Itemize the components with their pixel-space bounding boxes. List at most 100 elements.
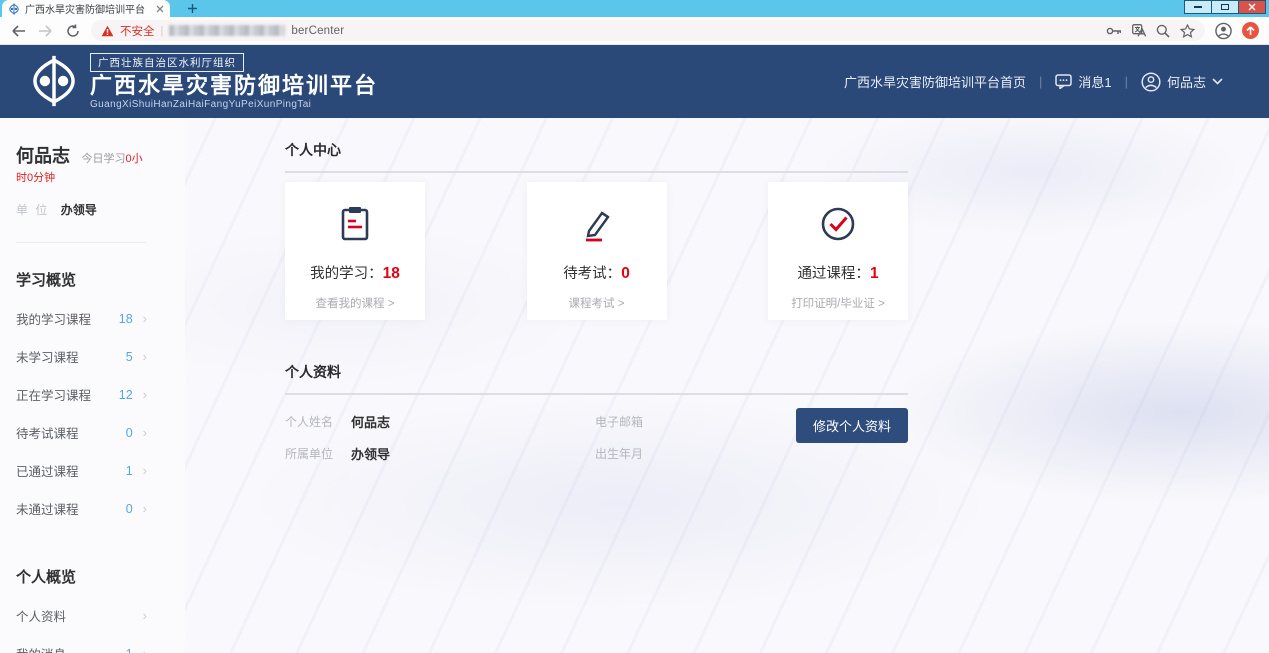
card-my-study[interactable]: 我的学习：18 查看我的课程 > bbox=[285, 182, 425, 320]
unit-label: 单 位 bbox=[16, 203, 49, 217]
count-badge: 1 bbox=[117, 647, 133, 653]
card-passed-courses-label: 通过课程： bbox=[797, 266, 870, 282]
count-badge: 18 bbox=[117, 312, 133, 326]
study-overview-title: 学习概览 bbox=[16, 269, 147, 290]
window-maximize-icon[interactable] bbox=[1211, 0, 1239, 14]
count-badge: 5 bbox=[117, 350, 133, 364]
chevron-right-icon: › bbox=[143, 463, 147, 478]
count-badge: 1 bbox=[117, 464, 133, 478]
main-content: 个人中心 我的学习：18 查看我的课程 > bbox=[185, 118, 1269, 653]
security-label: 不安全 bbox=[120, 23, 155, 39]
user-name: 何品志 bbox=[16, 146, 70, 166]
personal-overview-title: 个人概览 bbox=[16, 566, 147, 587]
course-exam-link[interactable]: 课程考试 > bbox=[527, 295, 667, 311]
zoom-icon[interactable] bbox=[1156, 24, 1170, 38]
sidebar-divider bbox=[16, 242, 147, 243]
edit-profile-button[interactable]: 修改个人资料 bbox=[796, 408, 908, 443]
field-birth-label: 出生年月 bbox=[595, 445, 651, 462]
translate-icon[interactable] bbox=[1132, 24, 1146, 37]
personal-center-section: 个人中心 我的学习：18 查看我的课程 > bbox=[285, 140, 908, 320]
sidebar-item-not-started[interactable]: 未学习课程 5 › bbox=[16, 347, 147, 366]
field-unit-label: 所属单位 bbox=[285, 445, 341, 462]
sidebar-user-block: 何品志 今日学习0小时0分钟 单 位 办领导 bbox=[16, 142, 147, 218]
back-icon[interactable] bbox=[10, 22, 27, 39]
url-redacted-blur bbox=[169, 25, 285, 36]
card-my-study-count: 18 bbox=[383, 265, 400, 282]
browser-tab[interactable]: 广西水旱灾害防御培训平台 bbox=[2, 0, 170, 17]
sidebar-item-not-passed[interactable]: 未通过课程 0 › bbox=[16, 499, 147, 518]
user-avatar-icon bbox=[1141, 72, 1161, 92]
bookmark-star-icon[interactable] bbox=[1180, 24, 1195, 38]
nav-messages-label: 消息1 bbox=[1078, 72, 1111, 91]
site-favicon bbox=[8, 3, 20, 15]
browser-addressbar: 不安全 | berCenter bbox=[0, 17, 1269, 45]
nav-separator: | bbox=[1039, 74, 1042, 89]
key-icon[interactable] bbox=[1106, 26, 1122, 36]
url-text: berCenter bbox=[291, 25, 344, 37]
brand: 广西壮族自治区水利厅组织 广西水旱灾害防御培训平台 GuangXiShuiHan… bbox=[28, 53, 378, 109]
chevron-right-icon: › bbox=[143, 387, 147, 402]
pencil-icon bbox=[577, 204, 617, 244]
card-pending-exam[interactable]: 待考试：0 课程考试 > bbox=[527, 182, 667, 320]
nav-messages-link[interactable]: 消息1 bbox=[1055, 72, 1111, 91]
profile-section: 个人资料 个人姓名 何品志 电子邮箱 所属单位 办领导 bbox=[285, 362, 908, 463]
card-pending-exam-count: 0 bbox=[621, 265, 630, 282]
reload-icon[interactable] bbox=[64, 22, 81, 39]
address-input[interactable]: 不安全 | berCenter bbox=[91, 20, 1205, 41]
view-my-courses-link[interactable]: 查看我的课程 > bbox=[285, 295, 425, 311]
site-logo bbox=[28, 55, 80, 107]
card-pending-exam-label: 待考试： bbox=[563, 266, 621, 282]
clipboard-icon bbox=[335, 204, 375, 244]
forward-icon[interactable] bbox=[37, 22, 54, 39]
chevron-down-icon bbox=[1212, 78, 1223, 85]
print-certificate-link[interactable]: 打印证明/毕业证 > bbox=[768, 295, 908, 311]
field-unit-value: 办领导 bbox=[351, 444, 390, 463]
nav-separator-2: | bbox=[1125, 74, 1128, 89]
new-tab-icon[interactable] bbox=[184, 2, 200, 15]
update-icon[interactable] bbox=[1242, 22, 1259, 39]
sidebar-item-messages[interactable]: 我的消息 1 › bbox=[16, 644, 147, 653]
chevron-right-icon: › bbox=[143, 425, 147, 440]
message-icon bbox=[1055, 74, 1072, 89]
field-email-label: 电子邮箱 bbox=[595, 413, 651, 430]
site-pinyin: GuangXiShuiHanZaiHaiFangYuPeiXunPingTai bbox=[90, 99, 378, 110]
card-my-study-label: 我的学习： bbox=[310, 266, 383, 282]
chevron-right-icon: › bbox=[143, 501, 147, 516]
personal-center-title: 个人中心 bbox=[285, 140, 908, 173]
tab-close-icon[interactable] bbox=[156, 5, 164, 13]
today-study-label: 今日学习 bbox=[81, 153, 125, 165]
count-badge: 0 bbox=[117, 426, 133, 440]
field-name-value: 何品志 bbox=[351, 412, 390, 431]
site-header: 广西壮族自治区水利厅组织 广西水旱灾害防御培训平台 GuangXiShuiHan… bbox=[0, 45, 1269, 118]
sidebar-item-pending-exam[interactable]: 待考试课程 0 › bbox=[16, 423, 147, 442]
sidebar-item-passed[interactable]: 已通过课程 1 › bbox=[16, 461, 147, 480]
nav-user-menu[interactable]: 何品志 bbox=[1141, 72, 1223, 92]
profile-title: 个人资料 bbox=[285, 362, 908, 395]
header-nav: 广西水旱灾害防御培训平台首页 | 消息1 | 何品志 bbox=[844, 72, 1241, 92]
sidebar-item-in-progress[interactable]: 正在学习课程 12 › bbox=[16, 385, 147, 404]
count-badge: 12 bbox=[117, 388, 133, 402]
site-title: 广西水旱灾害防御培训平台 bbox=[90, 73, 378, 98]
count-badge: 0 bbox=[117, 502, 133, 516]
nav-user-label: 何品志 bbox=[1167, 72, 1206, 91]
unit-value: 办领导 bbox=[61, 203, 97, 217]
window-controls bbox=[1185, 0, 1266, 14]
window-close-icon[interactable] bbox=[1238, 0, 1266, 14]
card-passed-courses-count: 1 bbox=[870, 265, 879, 282]
browser-titlebar: 广西水旱灾害防御培训平台 bbox=[0, 0, 1269, 17]
sidebar: 何品志 今日学习0小时0分钟 单 位 办领导 学习概览 我的学习课程 18 › … bbox=[0, 118, 185, 653]
chevron-right-icon: › bbox=[143, 608, 147, 623]
window-minimize-icon[interactable] bbox=[1184, 0, 1212, 14]
sidebar-item-my-courses[interactable]: 我的学习课程 18 › bbox=[16, 309, 147, 328]
url-separator: | bbox=[161, 25, 164, 37]
chevron-right-icon: › bbox=[143, 646, 147, 653]
chevron-right-icon: › bbox=[143, 311, 147, 326]
org-badge: 广西壮族自治区水利厅组织 bbox=[90, 53, 244, 72]
sidebar-item-profile[interactable]: 个人资料 › bbox=[16, 606, 147, 625]
card-passed-courses[interactable]: 通过课程：1 打印证明/毕业证 > bbox=[768, 182, 908, 320]
field-name-label: 个人姓名 bbox=[285, 413, 341, 430]
warning-icon bbox=[101, 25, 114, 37]
check-circle-icon bbox=[818, 204, 858, 244]
nav-home-link[interactable]: 广西水旱灾害防御培训平台首页 bbox=[844, 72, 1026, 91]
profile-icon[interactable] bbox=[1215, 22, 1232, 39]
